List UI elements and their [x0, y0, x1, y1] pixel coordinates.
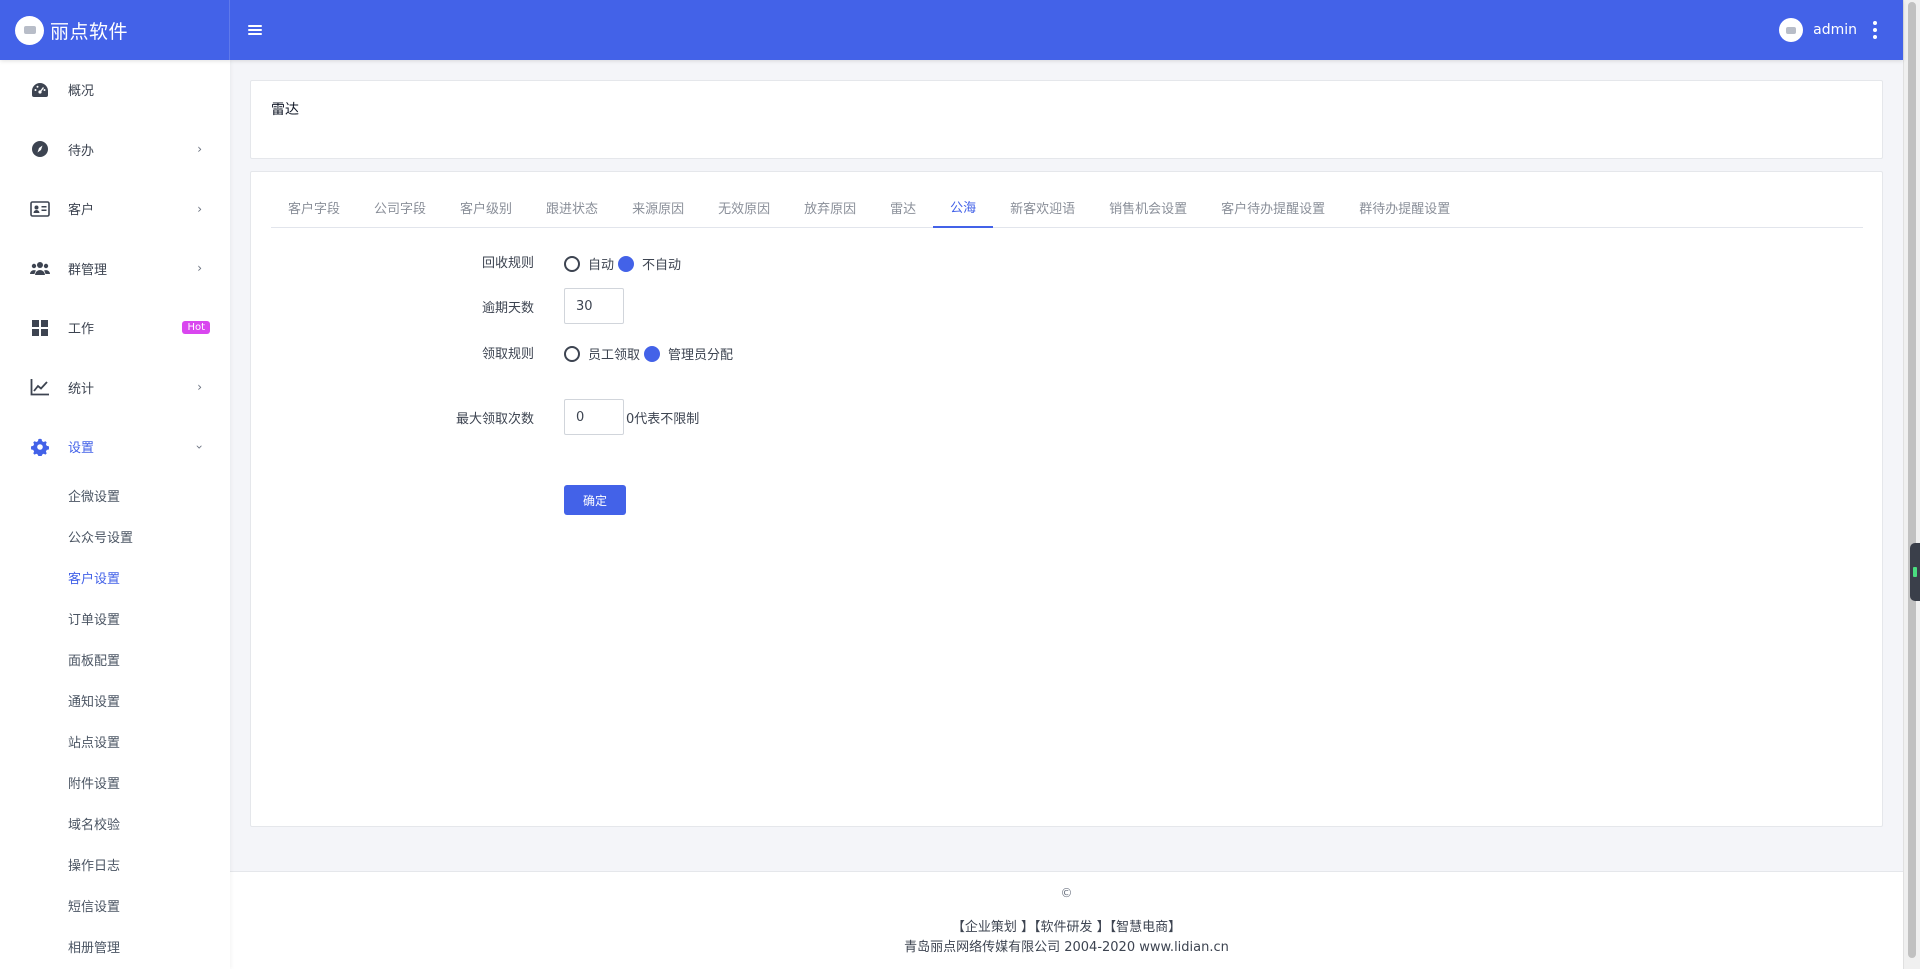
overdue-days-input[interactable] [564, 288, 624, 324]
user-menu: admin [1779, 18, 1903, 42]
hot-badge: Hot [182, 321, 210, 335]
radio-admin-assign[interactable] [644, 345, 661, 362]
claim-rule-radios: 员工领取 管理员分配 [564, 344, 737, 363]
id-card-icon [30, 199, 50, 219]
overdue-days-control [564, 288, 624, 324]
recycle-rule-radios: 自动 不自动 [564, 254, 685, 273]
sidebar-item-groups[interactable]: 群管理 › [0, 239, 230, 299]
radio-employee-claim-label[interactable]: 员工领取 [588, 344, 640, 363]
confirm-button[interactable]: 确定 [564, 485, 626, 515]
sidebar-item-todo[interactable]: 待办 › [0, 120, 230, 180]
sidebar-item-label: 设置 [68, 441, 95, 457]
chevron-right-icon: › [197, 380, 202, 395]
sidebar-item-label: 工作 [68, 322, 95, 338]
tab-invalid-reason[interactable]: 无效原因 [701, 186, 787, 228]
vertical-scrollbar[interactable] [1903, 0, 1920, 969]
max-claim-control: 0代表不限制 [564, 399, 699, 435]
tab-group-todo-reminder[interactable]: 群待办提醒设置 [1342, 186, 1467, 228]
sidebar-subitem[interactable]: 通知设置 [0, 680, 230, 721]
sidebar: 概况 待办 › 客户 › 群管理 › 工作 Hot 统计 › 设置 › 企微设置… [0, 60, 230, 969]
footer-copyright-symbol: © [1060, 886, 1073, 900]
avatar[interactable] [1779, 18, 1804, 42]
footer: © 【企业策划 】【软件研发 】【智慧电商】 青岛丽点网络传媒有限公司 2004… [230, 871, 1903, 969]
overdue-days-label: 逾期天数 [481, 300, 534, 316]
sidebar-subitem[interactable]: 相册管理 [0, 926, 230, 967]
brand[interactable]: 丽点软件 [0, 0, 230, 60]
side-widget-handle[interactable] [1910, 543, 1920, 601]
sidebar-subitem[interactable]: 站点设置 [0, 721, 230, 762]
max-claim-input[interactable] [564, 399, 624, 435]
radio-auto[interactable] [564, 255, 580, 272]
overdue-days-row: 逾期天数 [251, 288, 624, 324]
tab-sales-opportunity[interactable]: 销售机会设置 [1092, 186, 1204, 228]
more-vertical-icon[interactable] [1873, 21, 1877, 39]
tab-customer-todo-reminder[interactable]: 客户待办提醒设置 [1204, 186, 1342, 228]
recycle-rule-row: 回收规则 自动 不自动 [251, 251, 681, 273]
claim-rule-label: 领取规则 [481, 346, 534, 362]
radio-admin-assign-label[interactable]: 管理员分配 [668, 344, 733, 363]
sidebar-subitem[interactable]: 操作日志 [0, 844, 230, 885]
top-header: 丽点软件 admin [0, 0, 1903, 60]
tab-abandon-reason[interactable]: 放弃原因 [787, 186, 873, 228]
sidebar-item-overview[interactable]: 概况 [0, 60, 230, 120]
brand-name: 丽点软件 [50, 20, 129, 43]
chevron-right-icon: › [197, 201, 202, 216]
recycle-rule-label: 回收规则 [481, 255, 534, 271]
chevron-down-icon: › [192, 444, 207, 450]
sidebar-subitem[interactable]: 公众号设置 [0, 516, 230, 557]
tab-follow-status[interactable]: 跟进状态 [529, 186, 615, 228]
title-card: 雷达 [250, 80, 1883, 159]
max-claim-hint: 0代表不限制 [626, 411, 700, 427]
scrollbar-thumb[interactable] [1908, 2, 1916, 958]
sidebar-item-label: 待办 [68, 143, 95, 159]
tab-customer-level[interactable]: 客户级别 [443, 186, 529, 228]
footer-links: 【企业策划 】【软件研发 】【智慧电商】 [951, 920, 1182, 935]
claim-rule-row: 领取规则 员工领取 管理员分配 [251, 342, 733, 363]
dashboard-icon [30, 80, 50, 100]
tab-source-reason[interactable]: 来源原因 [615, 186, 701, 228]
tab-bar: 客户字段 公司字段 客户级别 跟进状态 来源原因 无效原因 放弃原因 雷达 公海… [271, 186, 1863, 228]
sidebar-item-work[interactable]: 工作 Hot [0, 298, 230, 358]
chevron-right-icon: › [197, 142, 202, 157]
tab-welcome-message[interactable]: 新客欢迎语 [993, 186, 1092, 228]
line-chart-icon [30, 377, 50, 397]
sidebar-item-label: 群管理 [68, 262, 108, 278]
tab-public-pool[interactable]: 公海 [933, 186, 994, 228]
grid-icon [30, 318, 50, 338]
radio-not-auto-label[interactable]: 不自动 [642, 254, 681, 273]
sidebar-subitem[interactable]: 订单设置 [0, 598, 230, 639]
sidebar-item-label: 客户 [68, 203, 95, 219]
tab-radar[interactable]: 雷达 [873, 186, 933, 228]
radio-not-auto[interactable] [618, 255, 635, 272]
sidebar-item-settings[interactable]: 设置 › [0, 417, 230, 477]
max-claim-label: 最大领取次数 [455, 411, 534, 427]
sidebar-item-customer[interactable]: 客户 › [0, 179, 230, 239]
sidebar-subitem[interactable]: 附件设置 [0, 762, 230, 803]
tab-customer-fields[interactable]: 客户字段 [271, 186, 357, 228]
max-claim-row: 最大领取次数 0代表不限制 [251, 399, 699, 435]
chevron-right-icon: › [197, 261, 202, 276]
sidebar-subitem-active[interactable]: 客户设置 [0, 557, 230, 598]
menu-toggle-icon[interactable] [248, 25, 262, 35]
settings-card: 客户字段 公司字段 客户级别 跟进状态 来源原因 无效原因 放弃原因 雷达 公海… [250, 171, 1883, 827]
sidebar-subitem[interactable]: 企微设置 [0, 475, 230, 516]
sidebar-item-stats[interactable]: 统计 › [0, 358, 230, 418]
radio-employee-claim[interactable] [564, 345, 580, 362]
sidebar-item-label: 统计 [68, 381, 95, 397]
users-icon [30, 258, 50, 278]
tab-company-fields[interactable]: 公司字段 [357, 186, 443, 228]
sidebar-subitem[interactable]: 短信设置 [0, 885, 230, 926]
sidebar-subitem[interactable]: 域名校验 [0, 803, 230, 844]
radio-auto-label[interactable]: 自动 [588, 254, 614, 273]
sidebar-item-label: 概况 [68, 84, 95, 100]
logo-icon [15, 15, 44, 45]
sidebar-subitem[interactable]: 面板配置 [0, 639, 230, 680]
gear-icon [30, 437, 50, 457]
page-title: 雷达 [271, 102, 299, 118]
compass-icon [30, 139, 50, 159]
username[interactable]: admin [1813, 22, 1857, 38]
footer-company: 青岛丽点网络传媒有限公司 2004-2020 www.lidian.cn [904, 940, 1229, 955]
